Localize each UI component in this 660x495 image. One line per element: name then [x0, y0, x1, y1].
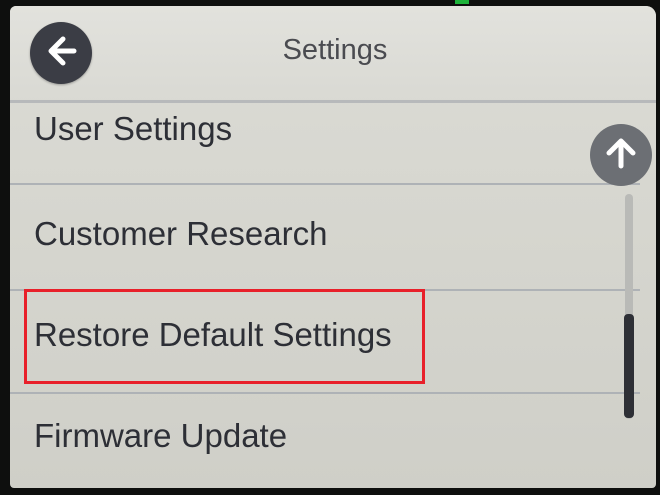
arrow-up-icon — [601, 133, 641, 178]
menu-item-label: Customer Research — [34, 215, 328, 252]
header-bar: Settings — [10, 6, 656, 102]
back-button[interactable] — [30, 22, 92, 84]
menu-item-label: Firmware Update — [34, 417, 288, 454]
menu-item-firmware-update[interactable]: Firmware Update — [10, 395, 640, 488]
scrollbar-thumb[interactable] — [624, 314, 634, 418]
arrow-left-icon — [41, 31, 81, 76]
highlight-box — [24, 289, 425, 384]
menu-item-label: User Settings — [34, 110, 233, 147]
printer-lcd-screen: Settings User Settings Customer Research… — [10, 6, 656, 488]
menu-item-user-settings[interactable]: User Settings — [10, 106, 640, 184]
menu-divider — [10, 183, 640, 185]
menu-item-customer-research[interactable]: Customer Research — [10, 186, 640, 288]
header-divider — [10, 100, 656, 103]
menu-divider — [10, 392, 640, 394]
scroll-up-button[interactable] — [590, 124, 652, 186]
page-title: Settings — [282, 34, 388, 66]
status-led — [455, 0, 469, 4]
